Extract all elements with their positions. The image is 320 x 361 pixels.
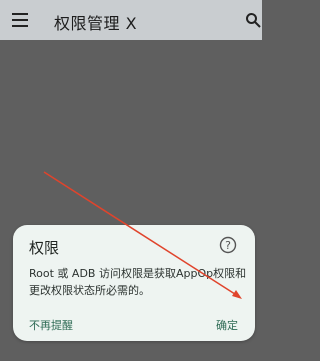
help-icon[interactable]: ? bbox=[219, 236, 237, 254]
dont-remind-button[interactable]: 不再提醒 bbox=[29, 317, 73, 333]
svg-text:?: ? bbox=[225, 239, 231, 252]
app-title: 权限管理 X bbox=[54, 14, 138, 33]
dialog-title: 权限 bbox=[29, 239, 60, 257]
dialog-message: Root 或 ADB 访问权限是获取AppOp权限和更改权限状态所必需的。 bbox=[29, 267, 247, 297]
app-bar: 权限管理 X bbox=[0, 0, 262, 40]
search-icon[interactable] bbox=[245, 12, 261, 28]
confirm-button[interactable]: 确定 bbox=[216, 317, 238, 333]
menu-icon[interactable] bbox=[12, 13, 28, 27]
permission-dialog: 权限 ? Root 或 ADB 访问权限是获取AppOp权限和更改权限状态所必需… bbox=[13, 225, 255, 341]
